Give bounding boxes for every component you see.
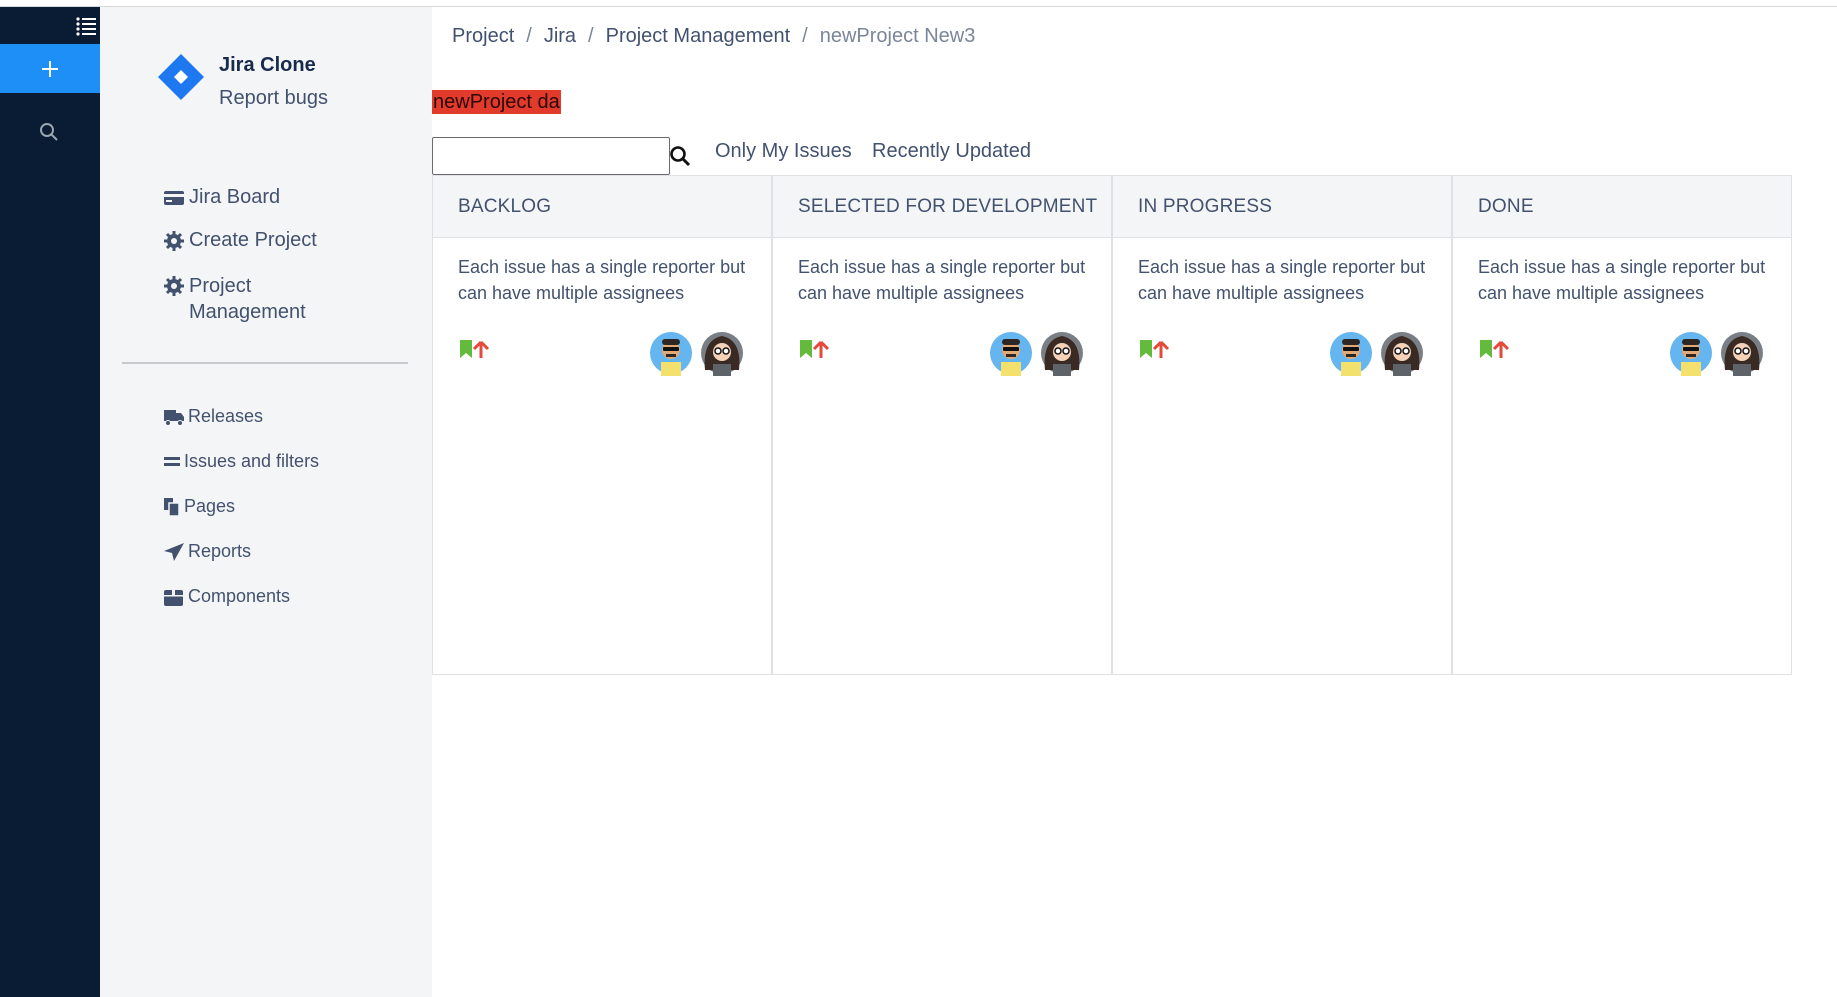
issue-meta [798, 338, 834, 362]
avatar [701, 332, 743, 376]
column-title: DONE [1453, 176, 1791, 238]
sidebar-item-jira-board[interactable]: Jira Board [163, 186, 280, 209]
avatar [1330, 332, 1372, 376]
issue-title: Each issue has a single reporter but can… [1478, 257, 1766, 303]
sidebar-item-label: Reports [188, 541, 252, 561]
issue-meta [1138, 338, 1174, 362]
list-icon[interactable] [74, 15, 98, 37]
sidebar-divider [122, 362, 408, 364]
board-column: IN PROGRESS Each issue has a single repo… [1112, 175, 1452, 675]
issue-card[interactable]: Each issue has a single reporter but can… [1453, 238, 1791, 388]
project-sidebar: Jira Clone Report bugs Jira Board Create… [100, 7, 432, 997]
breadcrumb-item[interactable]: Project Management [606, 25, 791, 48]
assignee-avatars [990, 330, 1086, 376]
issue-meta [458, 338, 494, 362]
bookmark-icon [460, 340, 472, 358]
breadcrumb-separator: / [802, 25, 808, 47]
issue-card[interactable]: Each issue has a single reporter but can… [433, 238, 771, 388]
sidebar-item-pages[interactable]: Pages [163, 496, 235, 517]
bookmark-icon [800, 340, 812, 358]
issue-meta [1478, 338, 1514, 362]
arrow-up-icon [1152, 340, 1170, 358]
plus-icon [42, 60, 58, 77]
gear-icon [163, 275, 185, 297]
column-title: IN PROGRESS [1113, 176, 1451, 238]
page-title: newProject da [432, 90, 561, 114]
sidebar-item-label: Issues and filters [184, 451, 320, 471]
sidebar-item-label: Jira Board [189, 186, 281, 208]
breadcrumb-item[interactable]: Jira [544, 25, 576, 48]
kanban-board: BACKLOG Each issue has a single reporter… [432, 175, 1792, 675]
column-title: BACKLOG [433, 176, 771, 238]
sidebar-item-create-project[interactable]: Create Project [163, 229, 317, 252]
app-name: Jira Clone [219, 54, 316, 76]
assignee-avatars [1670, 330, 1766, 376]
assignee-avatars [1330, 330, 1426, 376]
sidebar-item-label: Releases [188, 406, 264, 426]
board-column: DONE Each issue has a single reporter bu… [1452, 175, 1792, 675]
paper-plane-icon [163, 542, 185, 562]
credit-card-icon [163, 187, 185, 209]
issue-card[interactable]: Each issue has a single reporter but can… [773, 238, 1111, 388]
issue-title: Each issue has a single reporter but can… [1138, 257, 1426, 303]
board-column: SELECTED FOR DEVELOPMENT Each issue has … [772, 175, 1112, 675]
gear-icon [163, 230, 185, 252]
copy-icon [163, 497, 181, 517]
column-title: SELECTED FOR DEVELOPMENT [773, 176, 1111, 238]
truck-icon [163, 407, 185, 427]
equals-icon [163, 452, 181, 472]
breadcrumb-separator: / [526, 25, 532, 47]
bookmark-icon [1480, 340, 1492, 358]
bookmark-icon [1140, 340, 1152, 358]
assignee-avatars [650, 330, 746, 376]
global-nav-rail [0, 7, 100, 997]
breadcrumb: Project / Jira / Project Management / ne… [452, 25, 975, 48]
avatar [650, 332, 692, 376]
issue-title: Each issue has a single reporter but can… [798, 257, 1086, 303]
arrow-up-icon [1492, 340, 1510, 358]
search-input[interactable] [432, 137, 670, 175]
sidebar-item-label: Project Management [189, 275, 306, 323]
app-subtitle: Report bugs [219, 87, 328, 109]
jira-logo-icon [156, 52, 206, 102]
search-icon[interactable] [669, 145, 691, 167]
avatar [1381, 332, 1423, 376]
sidebar-item-label: Pages [184, 496, 236, 516]
avatar [1721, 332, 1763, 376]
board-column: BACKLOG Each issue has a single reporter… [432, 175, 772, 675]
issue-card[interactable]: Each issue has a single reporter but can… [1113, 238, 1451, 388]
sidebar-item-label: Components [188, 586, 291, 606]
arrow-up-icon [472, 340, 490, 358]
arrow-up-icon [812, 340, 830, 358]
search-icon[interactable] [38, 121, 60, 143]
breadcrumb-current: newProject New3 [819, 25, 976, 47]
sidebar-item-reports[interactable]: Reports [163, 541, 251, 562]
top-border [0, 0, 1837, 7]
issue-title: Each issue has a single reporter but can… [458, 257, 746, 303]
recently-updated-filter[interactable]: Recently Updated [872, 140, 1031, 163]
sidebar-item-issues-and-filters[interactable]: Issues and filters [163, 451, 319, 472]
breadcrumb-separator: / [588, 25, 594, 47]
avatar [990, 332, 1032, 376]
sidebar-item-label: Create Project [189, 229, 317, 251]
create-issue-button[interactable] [0, 44, 100, 93]
avatar [1670, 332, 1712, 376]
breadcrumb-item[interactable]: Project [452, 25, 514, 48]
box-icon [163, 587, 185, 607]
sidebar-item-project-management[interactable]: Project Management [163, 273, 363, 325]
sidebar-item-components[interactable]: Components [163, 586, 290, 607]
only-my-issues-filter[interactable]: Only My Issues [715, 140, 852, 163]
sidebar-item-releases[interactable]: Releases [163, 406, 263, 427]
avatar [1041, 332, 1083, 376]
